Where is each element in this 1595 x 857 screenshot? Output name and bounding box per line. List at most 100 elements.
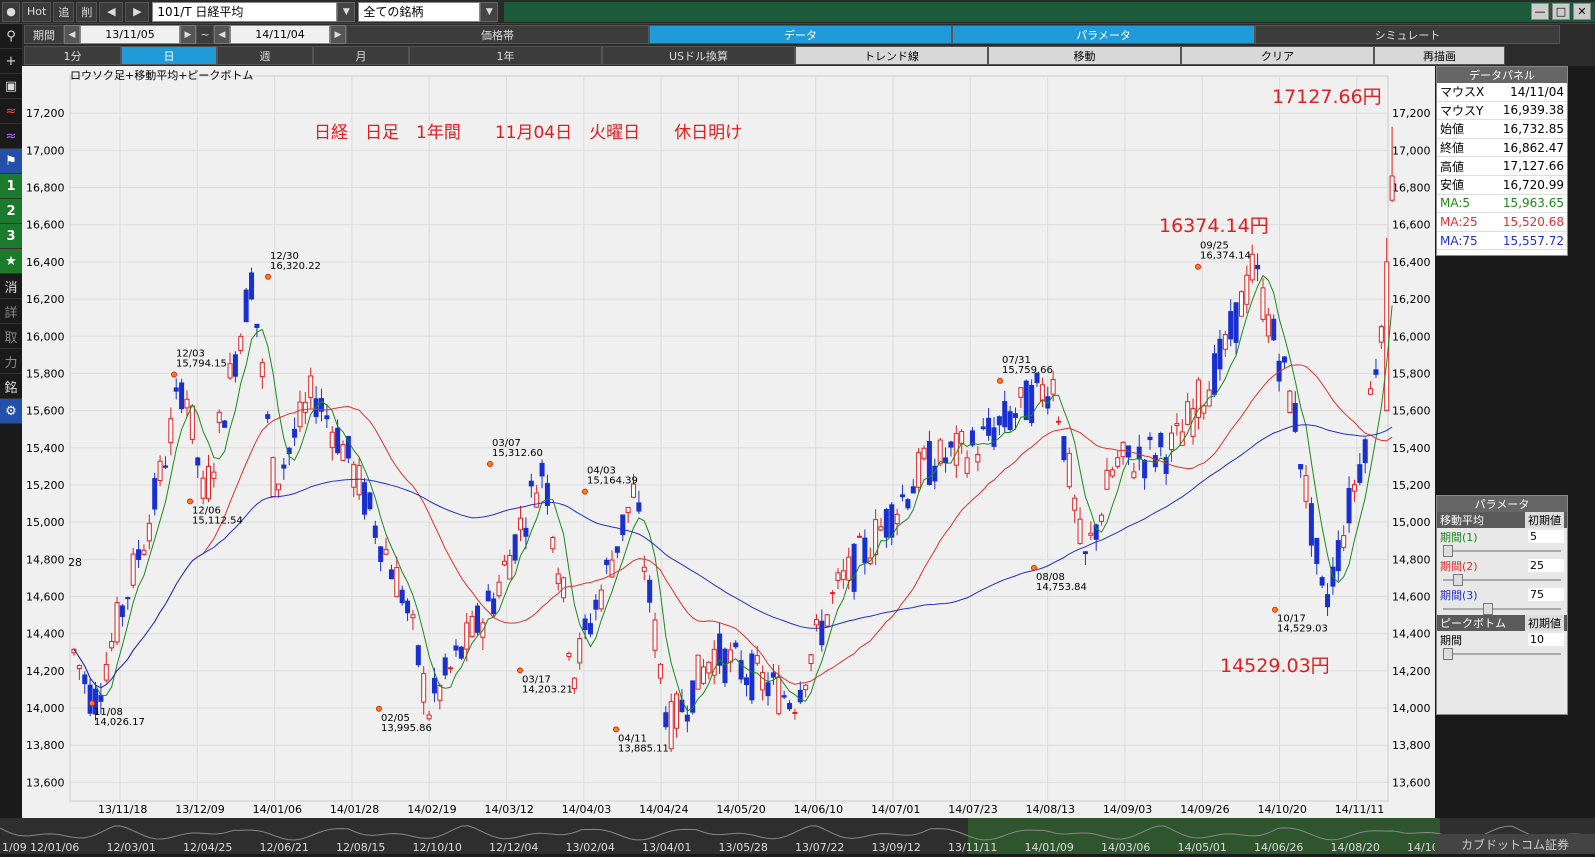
candle-body: [1303, 475, 1309, 502]
left-toolbar: ⚲ + ▣ ≈ ≈ ⚑ 1 2 3 ★ 消 詳 取 力 銘 ⚙: [0, 24, 22, 824]
navigator-bar[interactable]: 1/09 12/01/06 12/03/01 12/04/25 12/06/21 12/0…: [0, 818, 1595, 854]
period3-value[interactable]: 75: [1528, 588, 1564, 601]
y-tick-label-left: 13,600: [26, 776, 65, 789]
tool-erase-button[interactable]: 消: [0, 274, 22, 299]
navigator-date: 14/08/20: [1331, 841, 1380, 854]
period3-slider[interactable]: [1443, 603, 1561, 615]
candle-body: [1029, 384, 1035, 424]
prev-arrow-icon[interactable]: ◀: [99, 1, 124, 22]
tab-month[interactable]: 月: [313, 46, 409, 65]
clear-button[interactable]: クリア: [1181, 46, 1374, 65]
bulb-icon[interactable]: ●: [2, 1, 20, 22]
candle-body: [426, 714, 432, 720]
chart-red-icon[interactable]: ≈: [0, 99, 22, 124]
period1-slider[interactable]: [1443, 545, 1561, 557]
chart-area[interactable]: 17,200 17,200 17,000 17,000 16,800 16,800 16,6…: [22, 66, 1435, 818]
trend-line-button[interactable]: トレンド線: [795, 46, 988, 65]
peak-marker: [265, 273, 271, 280]
period-from-field[interactable]: 13/11/05: [80, 25, 180, 44]
x-tick-label: 14/09/26: [1180, 803, 1229, 816]
candle-body: [878, 526, 884, 531]
init-button[interactable]: 初期値: [1525, 512, 1564, 528]
chevron-down-icon[interactable]: ▼: [337, 1, 356, 22]
star-icon[interactable]: ★: [0, 249, 22, 274]
tab-simulate[interactable]: シミュレート: [1255, 25, 1560, 44]
symbol-select[interactable]: 101/T 日経平均: [152, 1, 338, 22]
navigator-date: 14/01/09: [1025, 841, 1074, 854]
candle-body: [87, 684, 93, 714]
tab-data[interactable]: データ: [649, 25, 952, 44]
x-tick-label: 14/01/28: [330, 803, 379, 816]
redraw-button[interactable]: 再描画: [1374, 46, 1505, 65]
close-icon[interactable]: ✕: [1573, 3, 1591, 20]
period-row: 期間 ◀ 13/11/05 ▶ ~ ◀ 14/11/04 ▶ 価格帯 データ パ…: [0, 24, 1595, 45]
filter-select[interactable]: 全ての銘柄: [358, 1, 481, 22]
tool-2-button[interactable]: 2: [0, 199, 22, 224]
candle-body: [195, 457, 201, 466]
candle-body: [399, 589, 405, 604]
peak-price-label: 16374.14円: [1159, 215, 1269, 237]
flag-icon[interactable]: ⚑: [0, 149, 22, 174]
candle-body: [711, 648, 717, 676]
peak-bottom-section: ピークボトム 初期値: [1437, 615, 1567, 631]
tool-trade-button[interactable]: 取: [0, 324, 22, 349]
candle-body: [254, 323, 260, 328]
candle-body: [625, 506, 631, 514]
next-arrow-icon[interactable]: ▶: [330, 25, 346, 44]
minimize-icon[interactable]: —: [1531, 3, 1549, 20]
hot-button[interactable]: Hot: [22, 1, 52, 22]
crosshair-icon[interactable]: +: [0, 49, 22, 74]
next-arrow-icon[interactable]: ▶: [125, 1, 150, 22]
period4-value[interactable]: 10: [1528, 633, 1564, 646]
candle-body: [415, 645, 421, 666]
tool-symbol-button[interactable]: 銘: [0, 374, 22, 399]
chevron-down-icon[interactable]: ▼: [480, 1, 499, 22]
candle-body: [146, 522, 152, 542]
usd-convert-button[interactable]: USドル換算: [602, 46, 795, 65]
y-tick-label-left: 15,200: [26, 479, 65, 492]
add-button[interactable]: 追: [53, 1, 75, 22]
prev-arrow-icon[interactable]: ◀: [64, 25, 80, 44]
chart-purple-icon[interactable]: ≈: [0, 124, 22, 149]
candle-body: [641, 566, 647, 572]
prev-arrow-icon[interactable]: ◀: [214, 25, 230, 44]
tool-3-button[interactable]: 3: [0, 224, 22, 249]
candle-body: [157, 460, 163, 482]
delete-button[interactable]: 削: [76, 1, 98, 22]
y-tick-label-right: 15,200: [1392, 479, 1431, 492]
move-button[interactable]: 移動: [988, 46, 1181, 65]
candle-body: [308, 375, 314, 398]
period2-slider[interactable]: [1443, 574, 1561, 586]
period4-slider[interactable]: [1443, 648, 1561, 660]
tab-1year[interactable]: 1年: [409, 46, 602, 65]
candle-body: [356, 465, 362, 496]
tool-input-button[interactable]: 力: [0, 349, 22, 374]
candle-body: [475, 605, 480, 633]
tab-1min[interactable]: 1分: [24, 46, 121, 65]
period2-value[interactable]: 25: [1528, 559, 1564, 572]
data-row-value: 16,939.38: [1502, 103, 1564, 118]
search-icon[interactable]: ⚲: [0, 24, 22, 49]
period1-value[interactable]: 5: [1528, 530, 1564, 543]
maximize-icon[interactable]: □: [1552, 3, 1570, 20]
next-arrow-icon[interactable]: ▶: [180, 25, 196, 44]
tool-1-button[interactable]: 1: [0, 174, 22, 199]
camera-icon[interactable]: ▣: [0, 74, 22, 99]
init-button[interactable]: 初期値: [1525, 615, 1564, 631]
navigator-timeline[interactable]: 1/09 12/01/06 12/03/01 12/04/25 12/06/21 12/0…: [0, 818, 1595, 854]
candle-body: [394, 567, 400, 598]
candle-body: [1319, 577, 1325, 586]
candle-body: [722, 648, 728, 684]
candle-body: [507, 554, 513, 580]
tab-price-band[interactable]: 価格帯: [346, 25, 649, 44]
tab-day[interactable]: 日: [121, 46, 217, 65]
tab-week[interactable]: 週: [217, 46, 313, 65]
candle-body: [114, 602, 120, 643]
candle-body: [324, 415, 330, 420]
tool-detail-button[interactable]: 詳: [0, 299, 22, 324]
tab-parameter[interactable]: パラメータ: [952, 25, 1255, 44]
candle-body: [184, 398, 190, 409]
gear-icon[interactable]: ⚙: [0, 399, 22, 424]
peak-value-label: 14,529.03: [1277, 624, 1328, 635]
period-to-field[interactable]: 14/11/04: [230, 25, 330, 44]
